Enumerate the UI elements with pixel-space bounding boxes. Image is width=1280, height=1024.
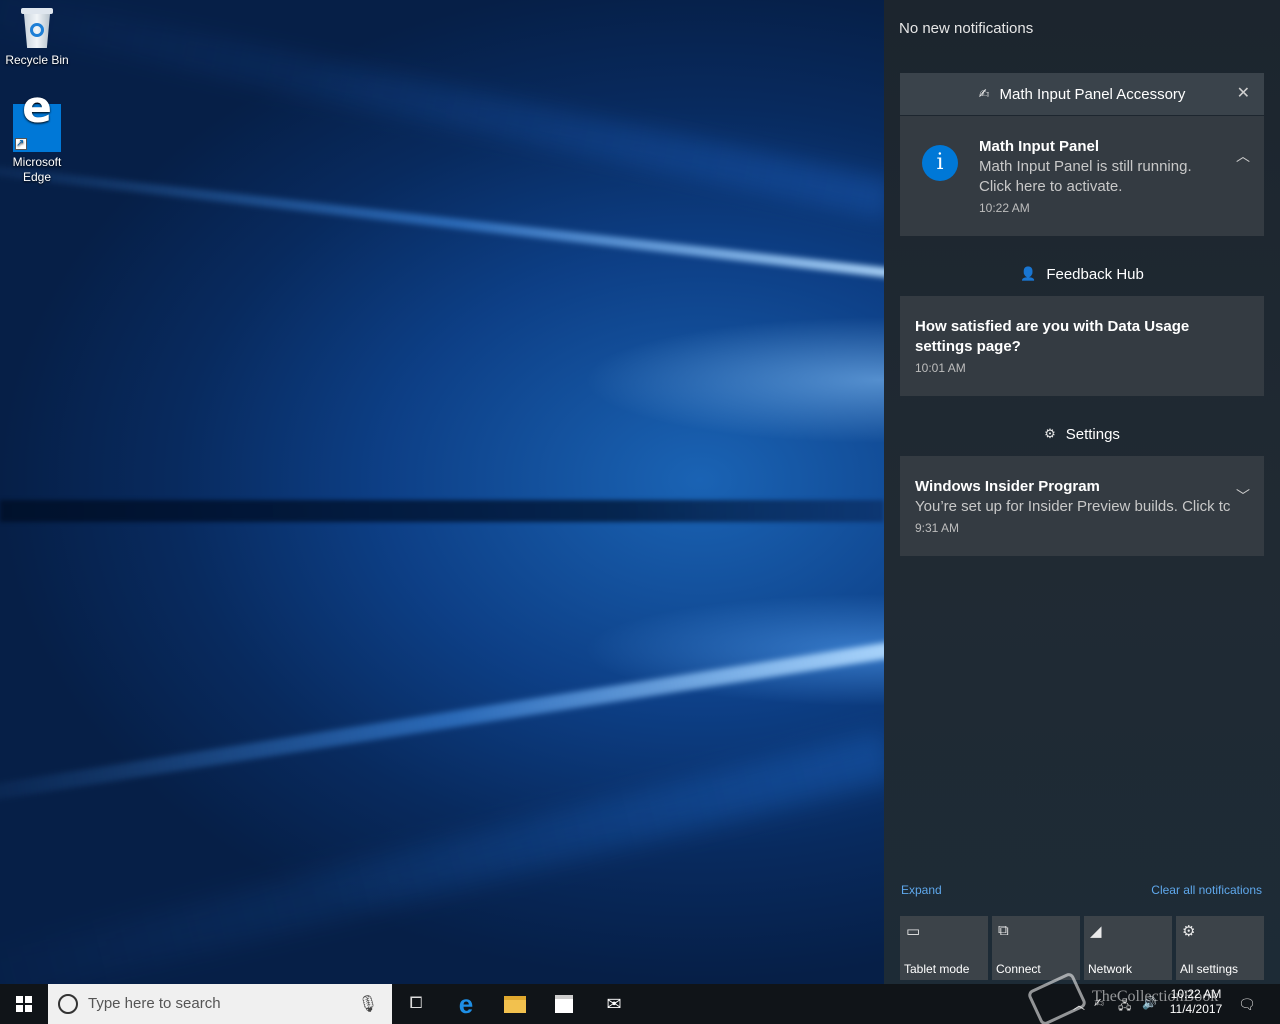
info-icon: i [922, 145, 958, 181]
search-box[interactable]: Type here to search 🎙 [48, 984, 392, 1024]
action-center-panel: No new notifications ✍ Math Input Panel … [884, 0, 1280, 984]
group-app-name: Math Input Panel Accessory [999, 85, 1186, 103]
notification-title: How satisfied are you with Data Usage [915, 318, 1190, 335]
notification-group-feedback-hub[interactable]: 👤 Feedback Hub [900, 253, 1264, 295]
microphone-icon[interactable]: 🎙 [358, 994, 378, 1014]
show-hidden-icons-chevron[interactable]: ︿ [1073, 996, 1085, 1013]
expand-link[interactable]: Expand [901, 883, 942, 897]
notification-feedback-hub[interactable]: How satisfied are you with Data Usage se… [900, 296, 1264, 396]
tablet-mode-icon: ▭ [906, 923, 921, 940]
quick-action-label: Connect [996, 962, 1041, 976]
clock-time: 10:22 AM [1170, 987, 1222, 1001]
cortana-icon [58, 994, 78, 1014]
notification-time: 9:31 AM [915, 521, 960, 535]
quick-action-label: Tablet mode [904, 962, 970, 976]
desktop-icon-label: Recycle Bin [5, 53, 69, 67]
quick-action-label: All settings [1180, 962, 1239, 976]
network-tray-icon[interactable]: 🖧 [1118, 996, 1131, 1017]
chevron-up-icon[interactable]: ︿ [1236, 146, 1250, 166]
group-app-name: Feedback Hub [1046, 265, 1144, 283]
notification-group-math-input-panel[interactable]: ✍ Math Input Panel Accessory ✕ [900, 73, 1264, 115]
notification-title: settings page? [915, 338, 1021, 355]
taskbar: Type here to search 🎙 ⧠ e ✉ ︿ ✍ 🖧 🔊 10:2… [0, 984, 1280, 1024]
edge-icon: e [13, 86, 61, 152]
taskbar-file-explorer-button[interactable] [491, 984, 539, 1024]
taskbar-edge-button[interactable]: e [442, 984, 490, 1024]
connect-icon: ⧉ [998, 922, 1009, 939]
shortcut-arrow-icon [15, 136, 27, 151]
notification-windows-insider[interactable]: Windows Insider Program You’re set up fo… [900, 456, 1264, 556]
task-view-button[interactable]: ⧠ [392, 984, 440, 1024]
start-button[interactable] [0, 984, 48, 1024]
taskbar-clock[interactable]: 10:22 AM 11/4/2017 [1162, 987, 1230, 1017]
mail-icon: ✉ [606, 993, 622, 1014]
quick-action-connect[interactable]: ⧉ Connect [992, 916, 1080, 980]
gear-icon: ⚙ [1182, 923, 1196, 940]
notification-group-settings[interactable]: ⚙ Settings [900, 413, 1264, 455]
notification-body: You’re set up for Insider Preview builds… [915, 498, 1231, 515]
notification-title: Math Input Panel [979, 138, 1099, 155]
quick-action-all-settings[interactable]: ⚙ All settings [1176, 916, 1264, 980]
clear-all-notifications-link[interactable]: Clear all notifications [1151, 883, 1262, 897]
notification-body: Click here to activate. [979, 178, 1123, 195]
desktop-icon-label: Microsoft Edge [12, 155, 62, 184]
action-center-icon[interactable]: 🗨 [1238, 996, 1256, 1013]
notification-time: 10:01 AM [915, 361, 966, 375]
quick-action-label: Network [1088, 962, 1133, 976]
desktop[interactable]: Recycle Bin e MicrosoftEdge [0, 0, 884, 984]
desktop-icon-recycle-bin[interactable]: Recycle Bin [1, 6, 73, 68]
task-view-icon: ⧠ [409, 995, 423, 1012]
quick-action-tablet-mode[interactable]: ▭ Tablet mode [900, 916, 988, 980]
math-input-panel-icon: ✍ [978, 86, 990, 101]
wallpaper-dark-band [0, 500, 884, 522]
store-icon [555, 995, 573, 1013]
taskbar-store-button[interactable] [540, 984, 588, 1024]
math-input-tray-icon[interactable]: ✍ [1094, 996, 1104, 1010]
notification-title: Windows Insider Program [915, 478, 1100, 495]
volume-icon[interactable]: 🔊 [1142, 996, 1157, 1010]
windows-logo-icon [16, 996, 32, 1012]
notification-math-input-panel[interactable]: i Math Input Panel Math Input Panel is s… [900, 116, 1264, 236]
edge-icon: e [458, 988, 474, 1019]
search-placeholder: Type here to search [88, 995, 221, 1012]
group-app-name: Settings [1065, 425, 1120, 443]
notification-body: Math Input Panel is still running. [979, 158, 1192, 175]
notifications-header: No new notifications [899, 20, 1034, 37]
recycle-bin-icon [17, 6, 57, 50]
network-icon: ◢ [1090, 923, 1102, 940]
notification-time: 10:22 AM [979, 201, 1030, 215]
quick-action-network[interactable]: ◢ Network [1084, 916, 1172, 980]
taskbar-mail-button[interactable]: ✉ [590, 984, 638, 1024]
gear-icon: ⚙ [1044, 426, 1056, 441]
feedback-hub-icon: 👤 [1020, 266, 1037, 281]
desktop-icon-microsoft-edge[interactable]: e MicrosoftEdge [1, 86, 73, 185]
close-icon[interactable]: ✕ [1237, 83, 1250, 103]
folder-icon [504, 995, 526, 1013]
chevron-down-icon[interactable]: ﹀ [1236, 486, 1250, 506]
clock-date: 11/4/2017 [1169, 1002, 1223, 1016]
